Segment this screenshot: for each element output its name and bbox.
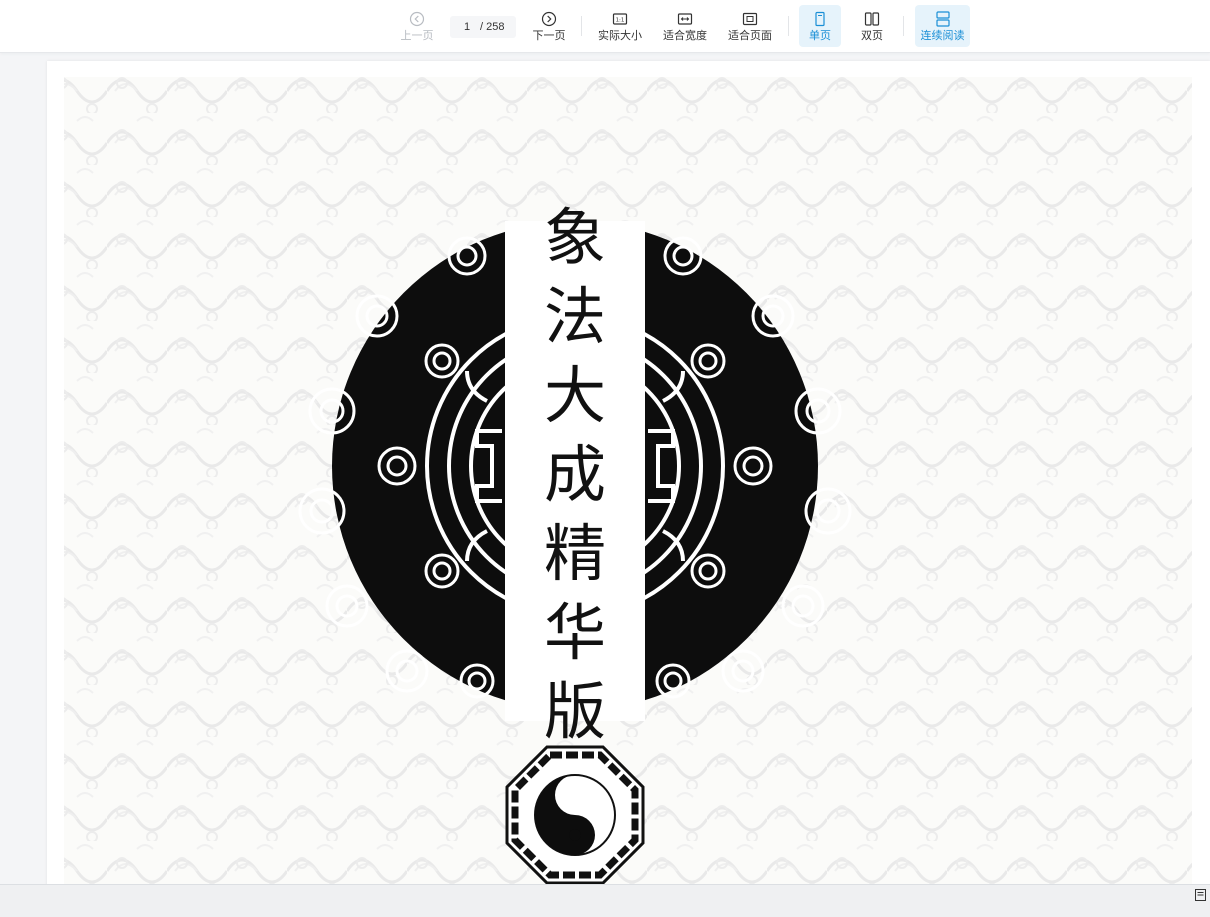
double-page-icon <box>864 11 880 26</box>
page-indicator: / 258 <box>450 16 516 38</box>
current-page-input[interactable] <box>456 21 478 33</box>
toolbar-divider <box>903 16 904 36</box>
actual-size-icon: 1:1 <box>612 12 628 25</box>
total-pages: / 258 <box>480 21 505 33</box>
continuous-read-button[interactable]: 连续阅读 <box>915 5 970 47</box>
next-page-label: 下一页 <box>532 29 566 42</box>
next-page-button[interactable]: 下一页 <box>528 5 570 47</box>
prev-page-label: 上一页 <box>400 29 434 42</box>
cover-title-char: 法 <box>544 280 606 353</box>
fit-page-button[interactable]: 适合页面 <box>724 5 776 47</box>
actual-size-label: 实际大小 <box>598 29 642 42</box>
cover-title-char: 精 <box>544 517 606 590</box>
cover-title-char: 大 <box>544 359 606 432</box>
double-page-label: 双页 <box>861 29 883 42</box>
document-page: 象 法 大 成 精 华 版 <box>47 61 1210 884</box>
prev-page-button[interactable]: 上一页 <box>396 5 438 47</box>
single-page-label: 单页 <box>809 29 831 42</box>
fit-width-label: 适合宽度 <box>663 29 707 42</box>
page-panel-icon[interactable] <box>1194 888 1208 902</box>
toolbar-divider <box>788 16 789 36</box>
cover-title-char: 华 <box>544 596 606 669</box>
cover-title-char: 成 <box>544 438 606 511</box>
svg-text:1:1: 1:1 <box>616 17 625 23</box>
fit-page-label: 适合页面 <box>728 29 772 42</box>
single-page-icon <box>815 11 825 26</box>
viewer-toolbar: 上一页 / 258 下一页 1:1 实际大小 适合宽度 适合页面 <box>0 0 1210 53</box>
book-cover-artwork: 象 法 大 成 精 华 版 <box>64 77 1192 884</box>
cover-title: 象 法 大 成 精 华 版 <box>544 201 606 748</box>
document-viewer[interactable]: 象 法 大 成 精 华 版 <box>0 53 1210 884</box>
cover-title-char: 象 <box>544 201 606 274</box>
actual-size-button[interactable]: 1:1 实际大小 <box>594 5 646 47</box>
toolbar-divider <box>581 16 582 36</box>
cover-title-char: 版 <box>544 675 606 748</box>
chevron-right-circle-icon <box>541 11 557 26</box>
chevron-left-circle-icon <box>409 11 425 26</box>
fit-page-icon <box>742 12 758 25</box>
bagua-emblem <box>505 745 645 884</box>
double-page-button[interactable]: 双页 <box>851 5 893 47</box>
continuous-read-label: 连续阅读 <box>920 29 965 42</box>
fit-width-button[interactable]: 适合宽度 <box>659 5 711 47</box>
status-bar <box>0 884 1210 917</box>
continuous-read-icon <box>935 10 950 27</box>
single-page-button[interactable]: 单页 <box>799 5 841 47</box>
fit-width-icon <box>677 12 693 25</box>
